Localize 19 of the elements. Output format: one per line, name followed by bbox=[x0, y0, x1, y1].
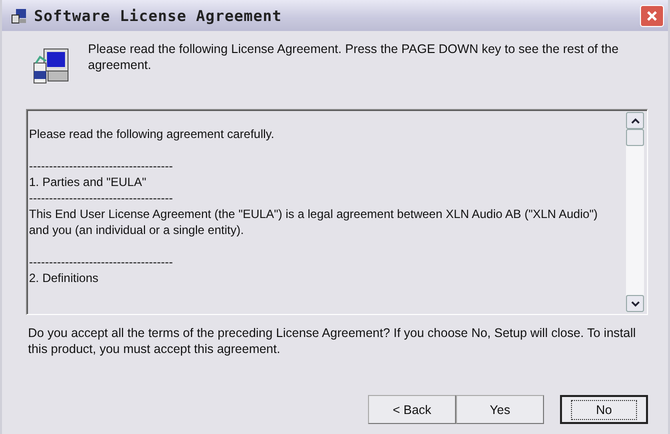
close-button[interactable] bbox=[640, 4, 664, 26]
license-text-line: ------------------------------------ bbox=[29, 190, 174, 206]
close-icon bbox=[646, 10, 658, 22]
question-text: Do you accept all the terms of the preceding License Agreement? If you choose No, Setup will close. To install this product, you must accept this agreement. bbox=[27, 325, 637, 357]
dialog-button[interactable]: < Back bbox=[368, 395, 456, 424]
instruction-text: Please read the following License Agreement. Press the PAGE DOWN key to see the rest of the agreement. bbox=[88, 41, 620, 73]
dialog-button[interactable]: No bbox=[560, 395, 648, 424]
window-title: Software License Agreement bbox=[34, 6, 283, 24]
license-text-line: 2. Definitions bbox=[29, 270, 100, 286]
scrollbar[interactable] bbox=[626, 112, 644, 312]
license-text-line: ------------------------------------ bbox=[29, 254, 174, 270]
setup-icon bbox=[10, 6, 28, 24]
scroll-thumb[interactable] bbox=[626, 129, 644, 146]
dialog-button[interactable]: Yes bbox=[456, 395, 544, 424]
license-text-line: This End User License Agreement (the "EULA") is a legal agreement between XLN Audio AB ("XLN Audio") and you (an individual or a single entity). bbox=[29, 206, 599, 238]
license-text-area[interactable] bbox=[26, 109, 648, 315]
license-text-line: ------------------------------------ bbox=[29, 158, 174, 174]
license-text-line: Please read the following agreement carefully. bbox=[29, 126, 276, 142]
license-text-line: 1. Parties and "EULA" bbox=[29, 174, 148, 190]
